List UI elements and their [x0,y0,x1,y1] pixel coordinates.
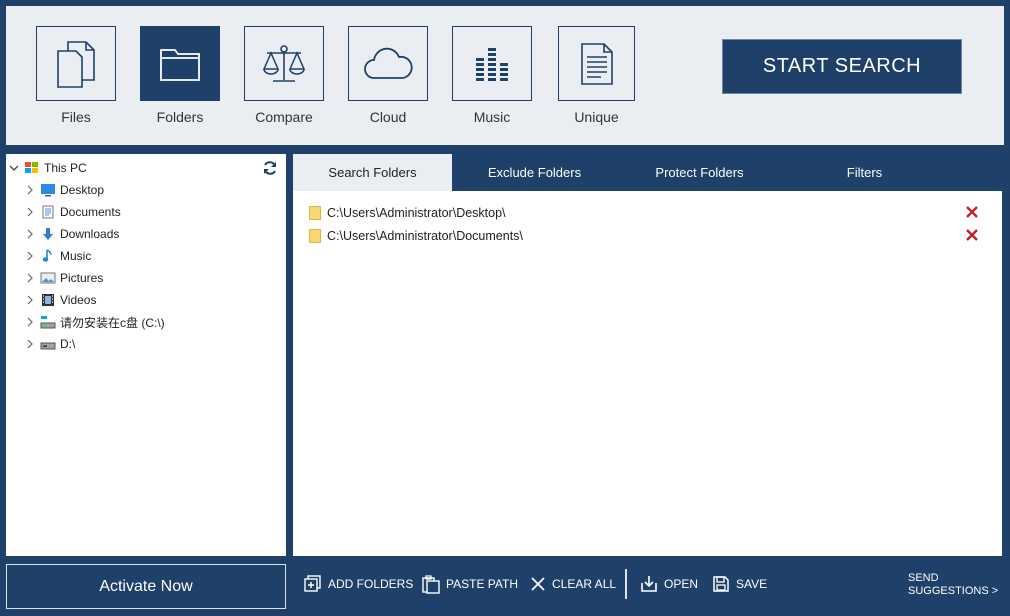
chevron-right-icon[interactable] [24,316,36,328]
tree-label: Desktop [60,183,105,197]
music-note-icon [40,249,56,263]
chevron-right-icon[interactable] [24,184,36,196]
chevron-down-icon[interactable] [8,162,20,174]
toolbar-divider [625,569,627,599]
documents-icon [40,205,56,219]
mode-cloud-button[interactable]: Cloud [348,26,428,125]
folder-tabs: Search Folders Exclude Folders Protect F… [293,154,1002,191]
folder-icon [309,229,321,243]
paste-path-button[interactable]: PASTE PATH [422,572,518,596]
tree-item-videos[interactable]: Videos [24,290,96,310]
tab-search-folders[interactable]: Search Folders [293,154,452,191]
chevron-right-icon[interactable] [24,250,36,262]
clear-all-button[interactable]: CLEAR ALL [530,572,616,596]
send-suggestions-link[interactable]: SEND SUGGESTIONS > [908,572,998,598]
equalizer-icon [476,47,508,81]
list-item[interactable]: C:\Users\Administrator\Documents\ [309,226,979,246]
mode-files-button[interactable]: Files [36,26,116,125]
tree-label: This PC [44,161,87,175]
clear-all-label: CLEAR ALL [552,577,617,591]
tree-label: Music [60,249,92,263]
save-button[interactable]: SAVE [712,572,767,596]
tab-protect-folders[interactable]: Protect Folders [617,154,782,191]
search-folders-list: C:\Users\Administrator\Desktop\ C:\Users… [293,191,1002,556]
open-label: OPEN [664,577,699,591]
mode-compare-label: Compare [255,109,313,125]
start-search-button[interactable]: START SEARCH [722,39,962,94]
tab-filters[interactable]: Filters [782,154,947,191]
remove-x-icon[interactable] [965,205,979,219]
drive-icon [40,337,56,351]
scales-icon [262,44,306,82]
tab-exclude-folders[interactable]: Exclude Folders [452,154,617,191]
desktop-icon [40,183,56,197]
chevron-right-icon[interactable] [24,294,36,306]
tree-label: Videos [60,293,97,307]
tree-label: Pictures [60,271,104,285]
cloud-icon [364,47,413,79]
this-pc-icon [24,161,40,175]
add-folder-icon [304,575,321,592]
tree-label: Documents [60,205,121,219]
drive-c-icon [40,315,56,329]
open-download-icon [641,576,657,592]
mode-music-button[interactable]: Music [452,26,532,125]
remove-x-icon[interactable] [965,228,979,242]
refresh-icon[interactable] [262,160,278,176]
document-icon [580,42,613,85]
clipboard-icon [422,575,440,594]
mode-unique-label: Unique [574,109,619,125]
chevron-right-icon[interactable] [24,228,36,240]
mode-unique-button[interactable]: Unique [558,26,635,125]
tree-label: 请勿安装在c盘 (C:\) [60,315,165,330]
tree-label: D:\ [60,337,76,351]
tree-item-music[interactable]: Music [24,246,91,266]
pictures-icon [40,271,56,285]
download-arrow-icon [40,227,56,241]
activate-now-button[interactable]: Activate Now [6,564,286,609]
send-suggestions-line2: SUGGESTIONS > [908,585,999,597]
chevron-right-icon[interactable] [24,338,36,350]
files-icon [57,40,95,88]
mode-toolbar: Files Folders Compare Cloud Music Unique… [6,6,1004,145]
list-item[interactable]: C:\Users\Administrator\Desktop\ [309,203,979,223]
tree-item-drive-d[interactable]: D:\ [24,334,75,354]
chevron-right-icon[interactable] [24,272,36,284]
folder-icon [309,206,321,220]
mode-folders-label: Folders [156,109,204,125]
tree-item-documents[interactable]: Documents [24,202,121,222]
folder-tree: This PC Desktop Documents Downloads Musi… [6,154,286,556]
mode-compare-button[interactable]: Compare [244,26,324,125]
folder-path: C:\Users\Administrator\Desktop\ [327,206,506,220]
tree-item-drive-c[interactable]: 请勿安装在c盘 (C:\) [24,312,165,332]
folder-icon [160,48,200,81]
mode-cloud-label: Cloud [369,109,407,125]
tree-item-pictures[interactable]: Pictures [24,268,103,288]
close-icon [531,577,545,591]
mode-folders-button[interactable]: Folders [140,26,220,125]
mode-files-label: Files [61,109,91,125]
floppy-disk-icon [713,576,729,592]
add-folders-button[interactable]: ADD FOLDERS [304,572,413,596]
paste-path-label: PASTE PATH [446,577,519,591]
send-suggestions-line1: SEND [908,572,939,584]
chevron-right-icon[interactable] [24,206,36,218]
tree-label: Downloads [60,227,120,241]
add-folders-label: ADD FOLDERS [328,577,414,591]
tree-item-this-pc[interactable]: This PC [8,158,87,178]
film-icon [40,293,56,307]
folder-path: C:\Users\Administrator\Documents\ [327,229,523,243]
save-label: SAVE [736,577,768,591]
mode-music-label: Music [473,109,511,125]
tree-item-downloads[interactable]: Downloads [24,224,119,244]
open-button[interactable]: OPEN [640,572,698,596]
tree-item-desktop[interactable]: Desktop [24,180,104,200]
